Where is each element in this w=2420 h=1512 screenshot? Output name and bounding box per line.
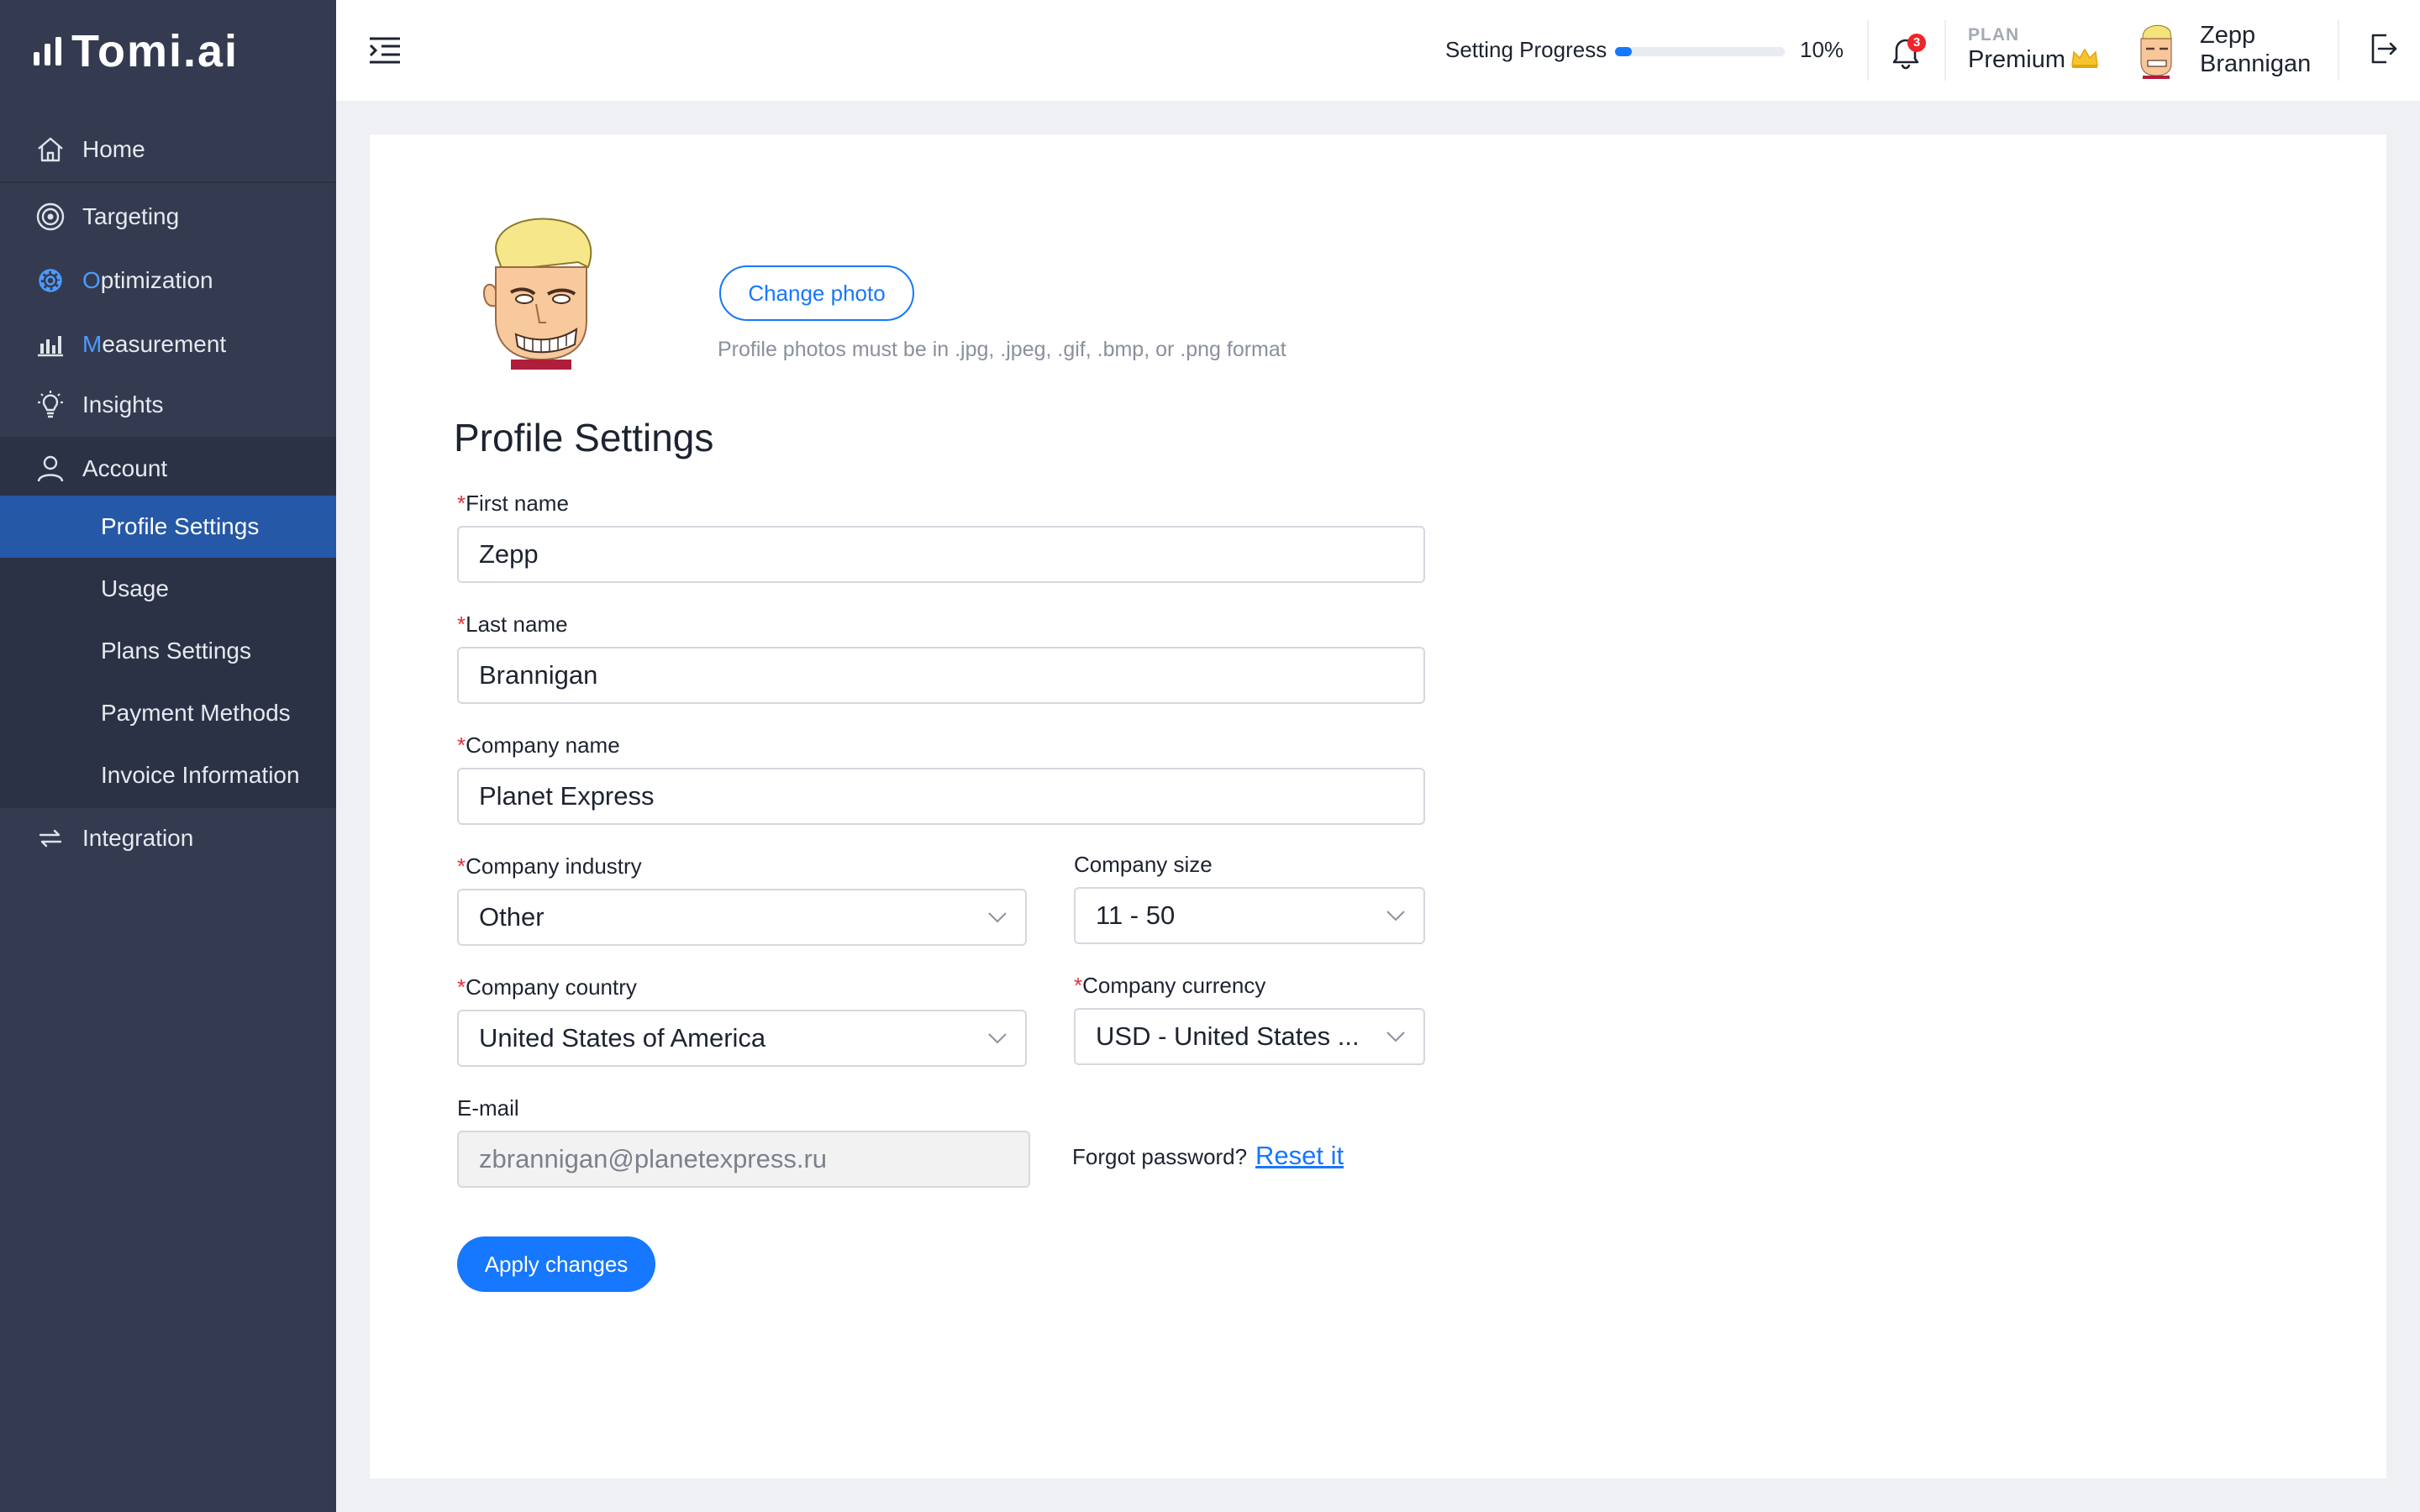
- company-industry-label: *Company industry: [457, 853, 642, 879]
- chevron-down-icon: [1386, 911, 1405, 921]
- setting-progress-fill: [1615, 47, 1633, 56]
- sidebar-subitem-label: Payment Methods: [101, 700, 291, 726]
- company-name-label: *Company name: [457, 732, 620, 758]
- chevron-down-icon: [988, 912, 1007, 923]
- brand-logo[interactable]: Tomi.ai: [34, 22, 239, 81]
- sidebar-item-insights[interactable]: Insights: [0, 373, 336, 437]
- company-industry-select[interactable]: Other: [457, 889, 1027, 946]
- sidebar-item-integration[interactable]: Integration: [0, 806, 336, 870]
- company-name-field[interactable]: [457, 768, 1425, 825]
- user-icon: [37, 455, 64, 482]
- setting-progress-percent: 10%: [1800, 37, 1844, 62]
- sidebar-item-targeting[interactable]: Targeting: [0, 185, 336, 249]
- sidebar-item-label: Insights: [82, 391, 164, 417]
- first-name-field[interactable]: [457, 526, 1425, 583]
- email-label: E-mail: [457, 1095, 519, 1121]
- plan-caption: PLAN: [1968, 25, 2020, 45]
- sidebar-subitem-payment-methods[interactable]: Payment Methods: [0, 682, 336, 744]
- sidebar-item-label: Optimization: [82, 267, 213, 293]
- sidebar-item-label: Targeting: [82, 203, 180, 229]
- menu-toggle-icon[interactable]: [368, 35, 402, 66]
- lightbulb-icon: [38, 391, 63, 418]
- required-mark: *: [1074, 973, 1083, 998]
- company-country-label: *Company country: [457, 974, 637, 1000]
- company-currency-value: USD - United States ...: [1096, 1021, 1360, 1051]
- sidebar-item-account[interactable]: Account: [0, 437, 336, 501]
- user-first-name[interactable]: Zepp: [2200, 22, 2255, 50]
- sidebar-subitem-plans-settings[interactable]: Plans Settings: [0, 620, 336, 682]
- company-size-label: Company size: [1074, 852, 1213, 877]
- required-mark: *: [457, 732, 466, 758]
- user-last-name[interactable]: Brannigan: [2200, 50, 2311, 78]
- company-country-select[interactable]: United States of America: [457, 1010, 1027, 1067]
- sidebar-item-measurement[interactable]: Measurement: [0, 312, 336, 376]
- sidebar-item-optimization[interactable]: Optimization: [0, 249, 336, 312]
- header-divider: [2338, 20, 2339, 81]
- sidebar-item-label: Measurement: [82, 331, 227, 357]
- brand-name: Tomi.ai: [71, 26, 239, 76]
- sidebar-subitem-label: Profile Settings: [101, 513, 260, 539]
- profile-photo: [482, 218, 592, 370]
- setting-progress-label: Setting Progress: [1445, 37, 1607, 62]
- email-field: [457, 1131, 1030, 1188]
- first-name-label: *First name: [457, 491, 569, 516]
- sidebar-item-label: Account: [82, 455, 168, 481]
- required-mark: *: [457, 974, 466, 1000]
- last-name-field[interactable]: [457, 647, 1425, 704]
- company-currency-label: *Company currency: [1074, 973, 1266, 998]
- last-name-label: *Last name: [457, 612, 568, 637]
- chevron-down-icon: [1386, 1032, 1405, 1042]
- page-title: Profile Settings: [454, 416, 714, 459]
- plan-name[interactable]: Premium: [1968, 46, 2065, 74]
- sidebar-subitem-profile-settings[interactable]: Profile Settings: [0, 496, 336, 558]
- apply-changes-button[interactable]: Apply changes: [457, 1236, 655, 1292]
- change-photo-button[interactable]: Change photo: [719, 265, 914, 321]
- sidebar: Tomi.ai Home Targeting Optimization Meas…: [0, 0, 336, 1512]
- photo-format-note: Profile photos must be in .jpg, .jpeg, .…: [718, 338, 1286, 361]
- company-size-select[interactable]: 11 - 50: [1074, 887, 1425, 944]
- logo-mark-icon: [34, 37, 61, 66]
- sidebar-divider: [0, 181, 336, 183]
- setting-progress-bar: [1615, 47, 1785, 56]
- notification-badge: 3: [1907, 34, 1926, 52]
- gear-icon: [39, 269, 62, 292]
- target-icon: [36, 202, 65, 231]
- required-mark: *: [457, 853, 466, 879]
- sidebar-item-home[interactable]: Home: [0, 118, 336, 181]
- required-mark: *: [457, 612, 466, 637]
- logout-icon[interactable]: [2366, 30, 2400, 67]
- company-country-value: United States of America: [479, 1023, 766, 1053]
- sidebar-subitem-label: Plans Settings: [101, 638, 251, 664]
- header-divider: [1867, 20, 1869, 81]
- company-size-value: 11 - 50: [1096, 900, 1176, 930]
- sidebar-subitem-usage[interactable]: Usage: [0, 558, 336, 620]
- company-currency-select[interactable]: USD - United States ...: [1074, 1008, 1425, 1065]
- user-avatar[interactable]: [2131, 20, 2181, 79]
- sidebar-subitem-label: Invoice Information: [101, 762, 300, 788]
- crown-icon: [2071, 48, 2098, 68]
- sidebar-subitem-invoice-information[interactable]: Invoice Information: [0, 744, 336, 806]
- bar-chart-icon: [38, 336, 63, 357]
- home-icon: [38, 137, 63, 162]
- top-header: Setting Progress 10% 3 PLAN Premium Zepp…: [336, 0, 2420, 101]
- required-mark: *: [457, 491, 466, 516]
- forgot-password-label: Forgot password?: [1072, 1144, 1248, 1169]
- reset-password-link[interactable]: Reset it: [1255, 1141, 1344, 1171]
- account-submenu: Account Profile Settings Usage Plans Set…: [0, 437, 336, 808]
- sidebar-item-label: Integration: [82, 825, 194, 851]
- header-divider: [1944, 20, 1946, 81]
- company-industry-value: Other: [479, 902, 544, 932]
- sync-icon: [39, 829, 62, 848]
- sidebar-subitem-label: Usage: [101, 575, 169, 601]
- sidebar-item-label: Home: [82, 136, 145, 162]
- chevron-down-icon: [988, 1033, 1007, 1044]
